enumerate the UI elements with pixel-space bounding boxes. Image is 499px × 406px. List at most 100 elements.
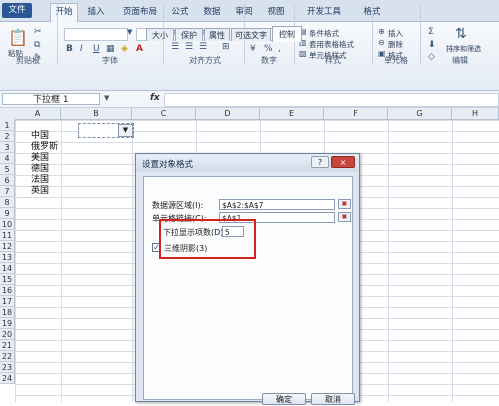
row-header[interactable]: 24 — [0, 373, 15, 384]
row-header[interactable]: 4 — [0, 153, 15, 164]
column-header-f[interactable]: F — [324, 108, 388, 120]
paste-icon[interactable]: 📋 — [8, 28, 28, 47]
chevron-down-icon[interactable]: ▼ — [104, 94, 109, 102]
row-header[interactable]: 3 — [0, 142, 15, 153]
underline-button[interactable]: U — [93, 44, 100, 54]
row-header[interactable]: 18 — [0, 307, 15, 318]
borders-icon[interactable]: ▦ — [106, 44, 115, 54]
tab-insert[interactable]: 插入 — [84, 4, 108, 20]
delete-cells-icon[interactable]: ⊖ — [378, 38, 385, 47]
row-header[interactable]: 20 — [0, 329, 15, 340]
cell-a4[interactable]: 美国 — [31, 153, 49, 164]
row-header[interactable]: 11 — [0, 230, 15, 241]
tab-data[interactable]: 数据 — [200, 4, 224, 20]
tab-protection[interactable]: 保护 — [175, 28, 203, 41]
conditional-format-button[interactable]: 条件格式 — [309, 28, 339, 39]
group-separator — [57, 3, 58, 65]
column-header-e[interactable]: E — [260, 108, 324, 120]
column-header-d[interactable]: D — [196, 108, 260, 120]
cell-a6[interactable]: 法国 — [31, 175, 49, 186]
close-button[interactable]: × — [331, 156, 355, 168]
fill-icon[interactable]: ⬇ — [428, 40, 436, 50]
align-left-icon[interactable]: ☰ — [171, 42, 179, 52]
tab-properties[interactable]: 属性 — [204, 28, 230, 41]
name-box[interactable]: 下拉框 1 — [2, 93, 100, 105]
grid-line — [61, 120, 62, 402]
tab-developer[interactable]: 开发工具 — [304, 4, 344, 20]
row-header[interactable]: 19 — [0, 318, 15, 329]
ok-button[interactable]: 确定 — [262, 393, 306, 405]
row-header[interactable]: 1 — [0, 120, 15, 131]
row-header[interactable]: 21 — [0, 340, 15, 351]
tab-formulas[interactable]: 公式 — [168, 4, 192, 20]
insert-function-button[interactable]: fx — [150, 93, 160, 103]
help-button[interactable]: ? — [311, 156, 329, 168]
column-header-b[interactable]: B — [61, 108, 132, 120]
chevron-down-icon[interactable]: ▼ — [127, 28, 132, 36]
cell-a3[interactable]: 俄罗斯 — [31, 142, 58, 153]
range-picker-icon[interactable]: ▣ — [338, 212, 351, 222]
align-center-icon[interactable]: ☰ — [185, 42, 193, 52]
sort-filter-icon[interactable]: ⇅ — [455, 26, 467, 42]
tab-file[interactable]: 文件 — [2, 3, 32, 18]
tab-page-layout[interactable]: 页面布局 — [118, 4, 162, 20]
range-picker-icon[interactable]: ▣ — [338, 199, 351, 209]
row-header[interactable]: 17 — [0, 296, 15, 307]
align-right-icon[interactable]: ☰ — [199, 42, 207, 52]
sort-filter-button[interactable]: 排序和筛选 — [446, 44, 481, 54]
row-header[interactable]: 6 — [0, 175, 15, 186]
tab-home[interactable]: 开始 — [50, 3, 78, 22]
cut-icon[interactable]: ✂ — [34, 27, 42, 37]
delete-button[interactable]: 删除 — [388, 39, 403, 50]
row-header[interactable]: 15 — [0, 274, 15, 285]
insert-button[interactable]: 插入 — [388, 28, 403, 39]
input-range-label: 数据源区域(I): — [152, 201, 204, 210]
group-separator — [420, 3, 421, 65]
formula-input[interactable] — [164, 93, 499, 107]
bold-button[interactable]: B — [66, 44, 73, 54]
merge-cells-icon[interactable]: ⊞ — [222, 42, 230, 52]
row-header[interactable]: 12 — [0, 241, 15, 252]
cell-a5[interactable]: 德国 — [31, 164, 49, 175]
row-header[interactable]: 13 — [0, 252, 15, 263]
row-header[interactable]: 23 — [0, 362, 15, 373]
copy-icon[interactable]: ⧉ — [34, 40, 40, 50]
cancel-button[interactable]: 取消 — [311, 393, 355, 405]
dialog-title: 设置对象格式 — [142, 160, 194, 170]
row-header[interactable]: 14 — [0, 263, 15, 274]
currency-icon[interactable]: ¥ — [250, 44, 256, 54]
cell-a2[interactable]: 中国 — [31, 131, 49, 142]
tab-view[interactable]: 视图 — [264, 4, 288, 20]
font-color-icon[interactable]: A — [136, 44, 143, 54]
cell-a7[interactable]: 英国 — [31, 186, 49, 197]
column-header-a[interactable]: A — [15, 108, 61, 120]
row-header[interactable]: 16 — [0, 285, 15, 296]
autosum-icon[interactable]: Σ — [428, 27, 434, 37]
row-header[interactable]: 10 — [0, 219, 15, 230]
row-header[interactable]: 5 — [0, 164, 15, 175]
row-header[interactable]: 22 — [0, 351, 15, 362]
tab-alt-text[interactable]: 可选文字 — [231, 28, 271, 41]
column-header-c[interactable]: C — [132, 108, 196, 120]
table-format-button[interactable]: 套用表格格式 — [309, 39, 354, 50]
row-header[interactable]: 8 — [0, 197, 15, 208]
font-family-select[interactable] — [64, 28, 128, 41]
tab-size[interactable]: 大小 — [146, 28, 174, 41]
italic-button[interactable]: I — [80, 44, 83, 54]
row-header[interactable]: 7 — [0, 186, 15, 197]
row-header[interactable]: 9 — [0, 208, 15, 219]
group-separator — [372, 3, 373, 65]
input-range-field[interactable]: $A$2:$A$7 — [219, 199, 335, 210]
column-header-h[interactable]: H — [452, 108, 499, 120]
tab-control[interactable]: 控制 — [272, 26, 302, 42]
column-header-g[interactable]: G — [388, 108, 452, 120]
comma-icon[interactable]: , — [278, 44, 281, 54]
format-object-dialog: 设置对象格式 ? × — [135, 153, 360, 402]
highlight-annotation-box — [159, 219, 256, 259]
percent-icon[interactable]: % — [264, 44, 273, 54]
grid-line — [132, 120, 133, 402]
fill-color-icon[interactable]: ◈ — [121, 44, 128, 54]
row-header[interactable]: 2 — [0, 131, 15, 142]
dropdown-arrow-button[interactable]: ▼ — [118, 124, 133, 137]
insert-cells-icon[interactable]: ⊕ — [378, 27, 385, 36]
